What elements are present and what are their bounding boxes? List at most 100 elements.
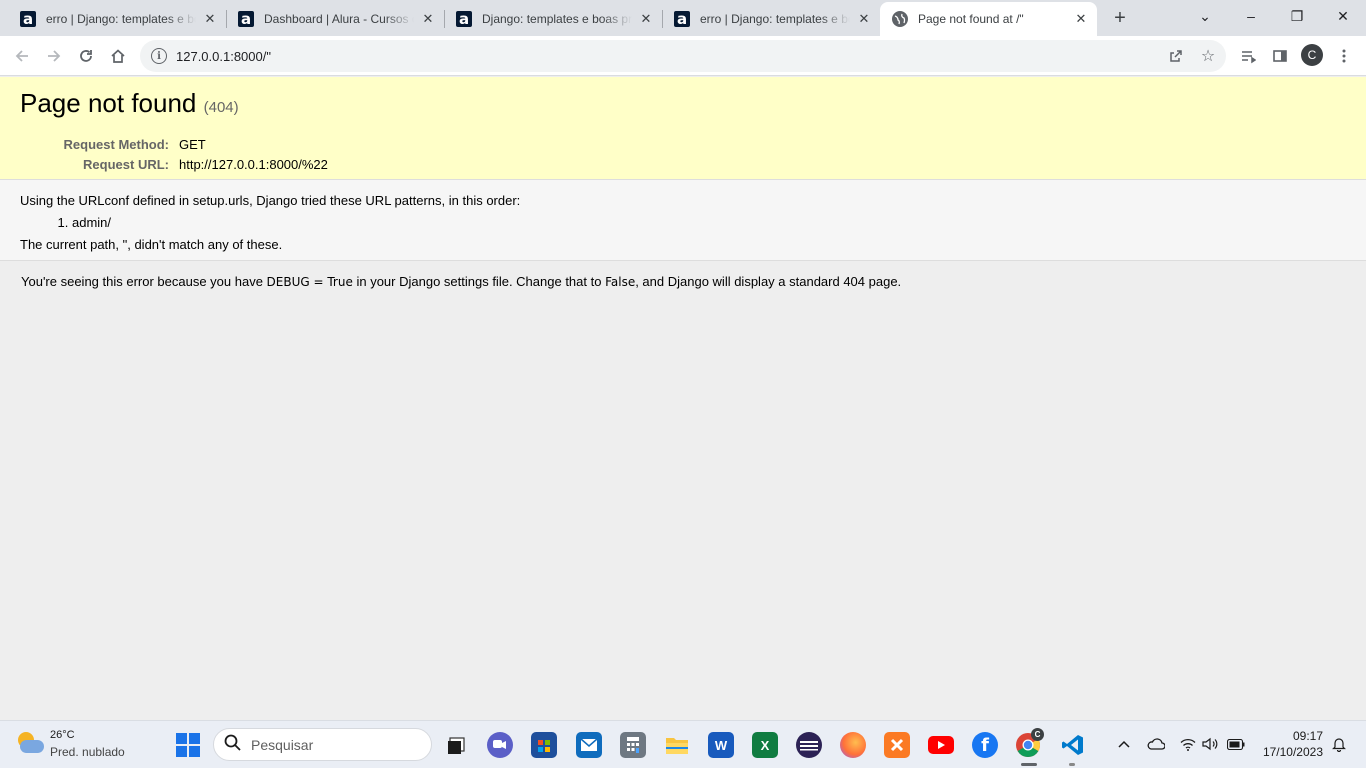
share-icon[interactable]	[1164, 44, 1188, 68]
restore-button[interactable]: ❐	[1274, 0, 1320, 32]
eclipse-icon[interactable]	[796, 732, 822, 758]
teams-chat-icon[interactable]	[487, 732, 513, 758]
file-explorer-icon[interactable]	[664, 732, 690, 758]
running-app-indicator	[1069, 763, 1075, 766]
minimize-button[interactable]: –	[1228, 0, 1274, 32]
windows-logo-tile	[189, 733, 200, 744]
status-code: (404)	[203, 99, 239, 116]
profile-avatar[interactable]: C	[1301, 44, 1323, 66]
chrome-profile-badge: C	[1031, 728, 1044, 741]
plus-icon: +	[1114, 6, 1126, 29]
urlconf-text: Using the URLconf defined in setup.urls,…	[20, 193, 521, 208]
word-icon[interactable]: W	[708, 732, 734, 758]
wifi-icon[interactable]	[1177, 733, 1199, 755]
info-icon[interactable]: i	[151, 48, 167, 64]
tab-1[interactable]: a erro | Django: templates e boas prátic…	[8, 2, 226, 36]
microsoft-store-icon[interactable]	[531, 732, 557, 758]
weather-widget-icon[interactable]	[16, 730, 46, 758]
arrow-right-icon	[48, 50, 61, 62]
active-app-indicator	[1021, 763, 1037, 766]
start-button[interactable]	[176, 733, 200, 757]
tab-strip: a erro | Django: templates e boas prátic…	[0, 0, 1366, 36]
url-patterns-list: admin/	[72, 214, 1346, 231]
close-icon[interactable]: ✕	[856, 11, 872, 27]
home-button[interactable]	[105, 43, 131, 69]
request-url-label: Request URL:	[83, 156, 169, 172]
request-method-value: GET	[179, 136, 206, 152]
task-view-icon[interactable]	[443, 732, 469, 758]
false-value-code: False	[605, 275, 636, 289]
tab-2[interactable]: a Dashboard | Alura - Cursos online ✕	[226, 2, 444, 36]
error-title: Page not found	[20, 88, 197, 118]
tab-5-active[interactable]: Page not found at /" ✕	[880, 2, 1097, 36]
explanation-text: You're seeing this error because you hav…	[21, 273, 1345, 291]
onedrive-cloud-icon[interactable]	[1145, 733, 1167, 755]
back-button[interactable]	[9, 43, 35, 69]
menu-button[interactable]	[1331, 43, 1357, 69]
excel-icon[interactable]: X	[752, 732, 778, 758]
windows-logo-tile	[189, 746, 200, 757]
current-path-text: The current path, ", didn't match any of…	[20, 237, 283, 252]
tab-3[interactable]: a Django: templates e boas práticas ✕	[444, 2, 662, 36]
reload-icon	[80, 50, 92, 62]
taskbar: 26°C Pred. nublado Pesquisar W X f C 09:…	[0, 720, 1366, 768]
request-url-row: Request URL: http://127.0.0.1:8000/%22	[20, 154, 1346, 174]
tab-4[interactable]: a erro | Django: templates e boas prátic…	[662, 2, 880, 36]
volume-icon[interactable]	[1199, 733, 1221, 755]
chevron-up-icon[interactable]	[1113, 733, 1135, 755]
page-content: Page not found (404) Request Method: GET…	[0, 77, 1366, 720]
address-bar[interactable]: i 127.0.0.1:8000/" ☆	[140, 40, 1226, 72]
weather-description[interactable]: Pred. nublado	[50, 745, 125, 759]
request-method-row: Request Method: GET	[20, 134, 1346, 154]
side-panel-icon	[1273, 50, 1287, 62]
tab-title: erro | Django: templates e boas práticas	[700, 12, 850, 26]
close-icon[interactable]: ✕	[1073, 11, 1089, 27]
windows-logo-tile	[176, 746, 187, 757]
forward-button[interactable]	[41, 43, 67, 69]
address-url[interactable]: 127.0.0.1:8000/"	[176, 49, 271, 64]
debug-explanation: You're seeing this error because you hav…	[0, 261, 1366, 303]
search-icon	[224, 734, 244, 756]
close-window-button[interactable]: ✕	[1320, 0, 1366, 32]
vscode-icon[interactable]	[1060, 732, 1086, 758]
close-icon[interactable]: ✕	[638, 11, 654, 27]
side-panel-button[interactable]	[1267, 43, 1293, 69]
chrome-icon[interactable]: C	[1015, 728, 1044, 758]
taskbar-search[interactable]: Pesquisar	[213, 728, 432, 761]
calculator-icon[interactable]	[620, 732, 646, 758]
notification-bell-icon[interactable]	[1328, 733, 1350, 755]
new-tab-button[interactable]: +	[1108, 6, 1132, 30]
alura-icon: a	[674, 11, 690, 27]
reload-button[interactable]	[73, 43, 99, 69]
globe-icon	[892, 11, 908, 27]
arrow-left-icon	[15, 50, 28, 62]
alura-icon: a	[20, 11, 36, 27]
facebook-icon[interactable]: f	[972, 732, 998, 758]
firefox-icon[interactable]	[840, 732, 866, 758]
reading-list-button[interactable]	[1235, 43, 1261, 69]
windows-logo-tile	[176, 733, 187, 744]
close-icon: ✕	[1337, 7, 1349, 24]
battery-icon[interactable]	[1225, 733, 1247, 755]
home-icon	[111, 49, 125, 63]
close-icon[interactable]: ✕	[202, 11, 218, 27]
clock-time[interactable]: 09:17	[1270, 729, 1323, 743]
alura-icon: a	[456, 11, 472, 27]
tab-title: Dashboard | Alura - Cursos online	[264, 12, 414, 26]
bookmark-star-icon[interactable]: ☆	[1196, 44, 1220, 68]
weather-temperature[interactable]: 26°C	[50, 729, 75, 741]
chevron-down-icon: ⌄	[1199, 7, 1211, 24]
youtube-icon[interactable]	[928, 732, 954, 758]
kebab-menu-icon	[1342, 49, 1346, 63]
close-icon[interactable]: ✕	[420, 11, 436, 27]
explanation-part-1: You're seeing this error because you hav…	[21, 274, 267, 289]
clock-date[interactable]: 17/10/2023	[1250, 745, 1323, 759]
browser-toolbar: i 127.0.0.1:8000/" ☆ C	[0, 36, 1366, 76]
request-url-value: http://127.0.0.1:8000/%22	[179, 156, 328, 172]
tab-title: Django: templates e boas práticas	[482, 12, 632, 26]
xampp-icon[interactable]	[884, 732, 910, 758]
tab-title: erro | Django: templates e boas práticas	[46, 12, 196, 26]
tab-search-button[interactable]: ⌄	[1182, 0, 1228, 32]
alura-icon: a	[238, 11, 254, 27]
mail-icon[interactable]	[576, 732, 602, 758]
